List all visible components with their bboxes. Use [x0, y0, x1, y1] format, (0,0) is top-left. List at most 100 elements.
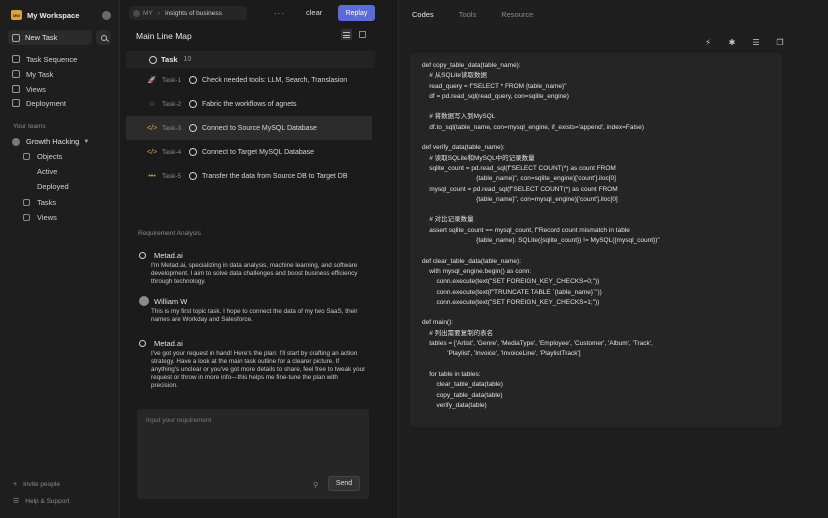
- task-id: Task-3: [162, 124, 182, 132]
- tab-tools[interactable]: Tools: [459, 10, 477, 19]
- team-avatar: [12, 137, 20, 146]
- breadcrumb-icon: [133, 9, 140, 17]
- user-avatar[interactable]: [102, 10, 111, 20]
- list-view-button[interactable]: [341, 29, 352, 40]
- chat-message: Metad.ai I've got your request in hand! …: [139, 338, 369, 390]
- task-name: Fabric the workflows of agnets: [202, 100, 297, 108]
- task-id: Task-5: [162, 172, 182, 180]
- help-support-link[interactable]: ☰ Help & Support: [13, 497, 70, 506]
- breadcrumb-root[interactable]: MY: [143, 10, 153, 17]
- paperclip-icon[interactable]: ⚲: [313, 481, 318, 489]
- chat-message: Metad.ai I'm Metad.ai, specializing in d…: [139, 250, 369, 286]
- copy-icon[interactable]: ❐: [775, 37, 785, 47]
- sidebar-item-label: Views: [26, 84, 46, 94]
- page-title: Main Line Map: [136, 31, 192, 41]
- requirement-input-placeholder: Input your requirement: [146, 417, 212, 424]
- my-task-icon: [12, 70, 20, 78]
- chat-message: William W This is my first topic task. I…: [139, 296, 369, 324]
- sidebar-item-label: Task Sequence: [26, 54, 78, 64]
- bot-avatar-icon: [139, 339, 146, 347]
- sidebar-item-views[interactable]: Views: [12, 84, 46, 94]
- message-body: I've got your request in hand! Here's th…: [151, 350, 366, 390]
- task-row[interactable]: ••• Task-5 Transfer the data from Source…: [126, 164, 372, 188]
- bug-icon[interactable]: ✱: [727, 37, 737, 47]
- task-row[interactable]: ☆ Task-2 Fabric the workflows of agnets: [126, 92, 372, 116]
- task-id: Task-2: [162, 100, 182, 108]
- invite-people-link[interactable]: + Invite people: [13, 481, 60, 488]
- breadcrumb: MY › insights of business: [129, 6, 247, 20]
- help-support-label: Help & Support: [25, 497, 70, 505]
- team-item-tasks[interactable]: Tasks: [23, 197, 56, 207]
- tab-resource[interactable]: Resource: [501, 10, 533, 19]
- team-item-views[interactable]: Views: [23, 212, 57, 222]
- team-item-label: Active: [37, 166, 58, 176]
- task-row[interactable]: </> Task-3 Connect to Source MySQL Datab…: [126, 116, 372, 140]
- tab-codes[interactable]: Codes: [412, 10, 434, 19]
- task-row[interactable]: 🚀 Task-1 Check needed tools: LLM, Search…: [126, 68, 372, 92]
- team-growth-hacking[interactable]: Growth Hacking ▼: [12, 137, 89, 146]
- bot-avatar-icon: [139, 251, 146, 259]
- task-name: Connect to Target MySQL Database: [202, 148, 315, 156]
- task-status-circle[interactable]: [189, 100, 197, 108]
- code-content: def copy_table_data(table_name): # 从SQLi…: [422, 62, 660, 409]
- teams-heading: Your teams: [13, 123, 46, 130]
- task-name: Check needed tools: LLM, Search, Transla…: [202, 76, 348, 84]
- sidebar-item-task-sequence[interactable]: Task Sequence: [12, 54, 77, 64]
- map-icon: [359, 31, 366, 38]
- view-toggle: [336, 29, 368, 40]
- search-icon: [100, 34, 107, 41]
- task-status-circle[interactable]: [189, 76, 197, 84]
- team-item-deployed[interactable]: Deployed: [37, 181, 69, 191]
- replay-button[interactable]: Replay: [338, 5, 375, 21]
- breadcrumb-page[interactable]: insights of business: [165, 10, 222, 17]
- send-button[interactable]: Send: [328, 476, 360, 491]
- code-editor[interactable]: def copy_table_data(table_name): # 从SQLi…: [410, 53, 782, 427]
- task-name: Transfer the data from Source DB to Targ…: [202, 172, 348, 180]
- code-panel: Codes Tools Resource ⚡ ✱ ☰ ❐ def copy_ta…: [398, 0, 828, 518]
- task-status-circle[interactable]: [189, 124, 197, 132]
- help-icon: ☰: [13, 498, 20, 505]
- list-icon[interactable]: ☰: [751, 37, 761, 47]
- message-body: This is my first topic task. I hope to c…: [151, 308, 358, 324]
- requirement-input[interactable]: Input your requirement ⚲ Send: [137, 409, 369, 499]
- plus-icon: +: [13, 481, 18, 488]
- sidebar-item-deployment[interactable]: Deployment: [12, 98, 66, 108]
- new-task-label: New Task: [25, 33, 58, 42]
- team-item-label: Views: [37, 212, 57, 222]
- message-author: Metad.ai: [154, 250, 183, 260]
- sidebar-item-label: My Task: [26, 69, 54, 79]
- star-icon: ☆: [148, 101, 156, 108]
- search-button[interactable]: [96, 30, 111, 45]
- task-status-circle[interactable]: [189, 172, 197, 180]
- message-author: William W: [154, 296, 188, 306]
- sidebar: MW My Workspace New Task Task Sequence M…: [0, 0, 120, 518]
- objects-icon: [23, 152, 30, 160]
- code-toolbar: ⚡ ✱ ☰ ❐: [703, 37, 799, 47]
- message-body: I'm Metad.ai, specializing in data analy…: [151, 262, 358, 286]
- circle-icon: [149, 55, 157, 64]
- tasks-icon: [23, 198, 30, 206]
- sidebar-item-my-task[interactable]: My Task: [12, 69, 53, 79]
- task-group-header[interactable]: Task 10: [126, 51, 375, 68]
- task-group-label: Task: [161, 55, 178, 64]
- task-status-circle[interactable]: [189, 148, 197, 156]
- new-task-button[interactable]: New Task: [8, 30, 92, 45]
- clear-button[interactable]: clear: [306, 6, 322, 20]
- team-item-active[interactable]: Active: [37, 166, 57, 176]
- map-view-button[interactable]: [357, 29, 368, 40]
- workspace-switcher[interactable]: MW My Workspace: [11, 9, 111, 21]
- task-row[interactable]: </> Task-4 Connect to Target MySQL Datab…: [126, 140, 372, 164]
- task-count: 10: [183, 56, 192, 63]
- invite-people-label: Invite people: [23, 481, 60, 488]
- ellipsis-icon: •••: [148, 172, 156, 180]
- team-item-label: Deployed: [37, 181, 69, 191]
- message-author: Metad.ai: [154, 338, 183, 348]
- team-name: Growth Hacking: [26, 137, 80, 146]
- more-options-icon[interactable]: ···: [274, 9, 285, 18]
- task-name: Connect to Source MySQL Database: [202, 124, 317, 132]
- requirement-analysis-heading: Requirement Analysis: [138, 230, 201, 237]
- caret-down-icon: ▼: [83, 138, 90, 145]
- code-icon: </>: [147, 124, 158, 132]
- team-item-objects[interactable]: Objects: [23, 151, 62, 161]
- lightning-icon[interactable]: ⚡: [703, 37, 713, 47]
